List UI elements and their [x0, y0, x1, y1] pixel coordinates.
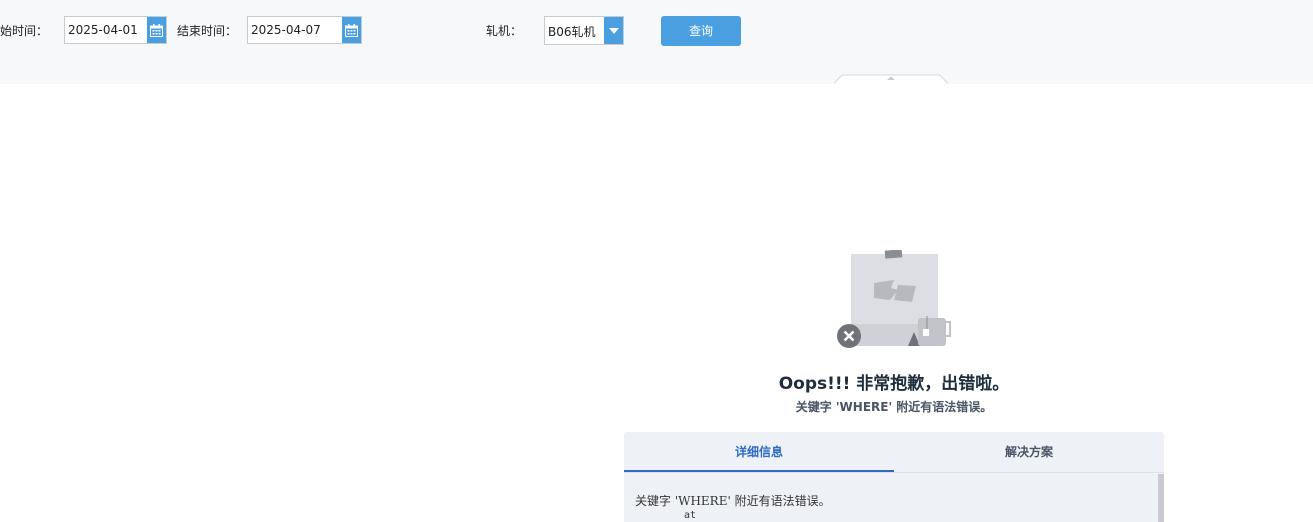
start-time-label: 开始时间：: [0, 24, 49, 38]
mill-select[interactable]: B06轧机: [544, 16, 624, 45]
error-subtitle: 关键字 'WHERE' 附近有语法错误。: [795, 400, 993, 414]
end-date-input[interactable]: 2025-04-07: [247, 16, 362, 44]
calendar-icon[interactable]: [147, 17, 166, 43]
mill-select-value: B06轧机: [548, 25, 596, 39]
filter-toolbar: 开始时间： 2025-04-01 结束时间： 2025-04-07: [0, 0, 1313, 84]
end-date-value: 2025-04-07: [251, 23, 321, 37]
scrollbar[interactable]: [1158, 474, 1164, 522]
calendar-icon[interactable]: [342, 17, 361, 43]
tab-solution[interactable]: 解决方案: [894, 432, 1164, 472]
error-detail-text: 关键字 'WHERE' 附近有语法错误。: [635, 494, 831, 508]
chevron-down-icon[interactable]: [604, 17, 623, 44]
query-button[interactable]: 查询: [661, 16, 741, 46]
error-detail-panel: 详细信息 解决方案 关键字 'WHERE' 附近有语法错误。 at: [624, 432, 1164, 522]
start-date-input[interactable]: 2025-04-01: [64, 16, 167, 44]
stack-trace-line: at: [684, 510, 697, 521]
end-time-label: 结束时间：: [177, 24, 238, 38]
error-tabs: 详细信息 解决方案: [624, 432, 1164, 473]
error-title: Oops!!! 非常抱歉，出错啦。: [778, 374, 1010, 394]
error-illustration: [837, 250, 951, 348]
tab-details[interactable]: 详细信息: [624, 432, 894, 472]
collapse-toggle[interactable]: [834, 74, 948, 84]
mill-label: 轧机：: [486, 24, 523, 38]
start-date-value: 2025-04-01: [68, 23, 138, 37]
